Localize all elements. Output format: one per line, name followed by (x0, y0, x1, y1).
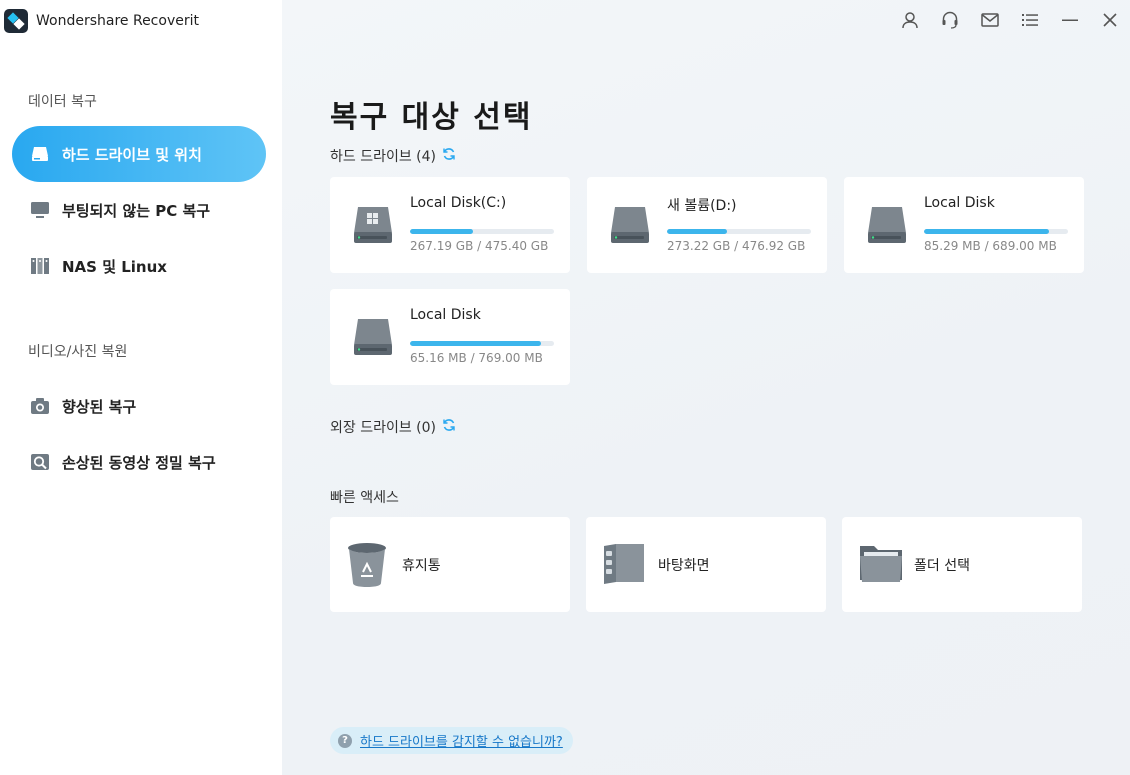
sidebar-item-nas-linux[interactable]: NAS 및 Linux (12, 238, 266, 294)
sidebar-item-unbootable-pc[interactable]: 부팅되지 않는 PC 복구 (12, 182, 266, 238)
quick-access-select-folder[interactable]: 폴더 선택 (842, 517, 1082, 612)
headset-icon[interactable] (940, 10, 960, 30)
drive-size: 267.19 GB / 475.40 GB (410, 239, 549, 253)
hard-drives-label: 하드 드라이브 (4) (330, 149, 437, 165)
account-icon[interactable] (900, 10, 920, 30)
hard-drive-icon (30, 144, 50, 164)
cannot-detect-drive-link[interactable]: ? 하드 드라이브를 감지할 수 없습니까? (330, 727, 573, 754)
usage-bar (410, 229, 554, 234)
drive-name: 새 볼륨(D:) (667, 198, 737, 214)
drive-name: Local Disk(C:) (410, 195, 507, 211)
menu-icon[interactable] (1020, 10, 1040, 30)
sidebar: Wondershare Recoverit 데이터 복구 하드 드라이브 및 위… (0, 0, 282, 775)
drive-card-c[interactable]: Local Disk(C:) 267.19 GB / 475.40 GB (330, 177, 570, 273)
monitor-icon (30, 200, 50, 220)
media-recovery-section-label: 비디오/사진 복원 (28, 344, 128, 360)
drive-name: Local Disk (410, 307, 481, 323)
quick-access-label: 폴더 선택 (914, 558, 970, 574)
recycle-bin-icon (346, 542, 388, 592)
external-drives-label: 외장 드라이브 (0) (330, 420, 437, 436)
minimize-icon[interactable] (1060, 10, 1080, 30)
sidebar-item-label: 향상된 복구 (62, 397, 137, 416)
sidebar-item-label: 손상된 동영상 정밀 복구 (62, 453, 216, 472)
sidebar-item-hard-drives[interactable]: 하드 드라이브 및 위치 (12, 126, 266, 182)
sidebar-item-label: NAS 및 Linux (62, 257, 167, 276)
quick-access-label: 휴지통 (402, 558, 441, 574)
hard-disk-icon (352, 317, 394, 361)
folder-icon (858, 542, 904, 588)
quick-access-label: 빠른 액세스 (330, 490, 399, 506)
close-icon[interactable] (1100, 10, 1120, 30)
sidebar-item-enhanced-recovery[interactable]: 향상된 복구 (12, 378, 266, 434)
sidebar-item-video-repair[interactable]: 손상된 동영상 정밀 복구 (12, 434, 266, 490)
main-panel: 복구 대상 선택 하드 드라이브 (4) Local Disk(C:) 267.… (282, 0, 1130, 775)
help-link-text: 하드 드라이브를 감지할 수 없습니까? (360, 735, 563, 750)
drive-card-d[interactable]: 새 볼륨(D:) 273.22 GB / 476.92 GB (587, 177, 827, 273)
window-controls (900, 10, 1120, 30)
quick-access-desktop[interactable]: 바탕화면 (586, 517, 826, 612)
external-drives-group-label: 외장 드라이브 (0) (330, 417, 456, 437)
drive-name: Local Disk (924, 195, 995, 211)
hard-disk-icon (609, 205, 651, 249)
drive-size: 273.22 GB / 476.92 GB (667, 239, 806, 253)
hard-drives-group-label: 하드 드라이브 (4) (330, 146, 456, 166)
refresh-icon[interactable] (442, 418, 456, 436)
drive-card-local-disk-1[interactable]: Local Disk 85.29 MB / 689.00 MB (844, 177, 1084, 273)
mail-icon[interactable] (980, 10, 1000, 30)
windows-drive-icon (352, 205, 394, 249)
usage-bar (924, 229, 1068, 234)
refresh-icon[interactable] (442, 147, 456, 165)
nas-server-icon (30, 256, 50, 276)
drive-size: 65.16 MB / 769.00 MB (410, 351, 543, 365)
camera-icon (30, 396, 50, 416)
usage-bar (667, 229, 811, 234)
quick-access-recycle-bin[interactable]: 휴지통 (330, 517, 570, 612)
app-header: Wondershare Recoverit (4, 9, 199, 33)
question-icon: ? (338, 733, 352, 748)
app-window: Wondershare Recoverit 데이터 복구 하드 드라이브 및 위… (0, 0, 1130, 775)
app-title: Wondershare Recoverit (36, 13, 199, 29)
recoverit-logo-icon (4, 9, 28, 33)
data-recovery-section-label: 데이터 복구 (28, 94, 97, 110)
desktop-icon (602, 542, 646, 590)
sidebar-item-label: 부팅되지 않는 PC 복구 (62, 201, 211, 220)
usage-bar (410, 341, 554, 346)
page-title: 복구 대상 선택 (330, 100, 533, 135)
video-repair-icon (30, 452, 50, 472)
sidebar-item-label: 하드 드라이브 및 위치 (62, 145, 202, 164)
hard-disk-icon (866, 205, 908, 249)
drive-card-local-disk-2[interactable]: Local Disk 65.16 MB / 769.00 MB (330, 289, 570, 385)
drive-size: 85.29 MB / 689.00 MB (924, 239, 1057, 253)
quick-access-label: 바탕화면 (658, 558, 710, 574)
